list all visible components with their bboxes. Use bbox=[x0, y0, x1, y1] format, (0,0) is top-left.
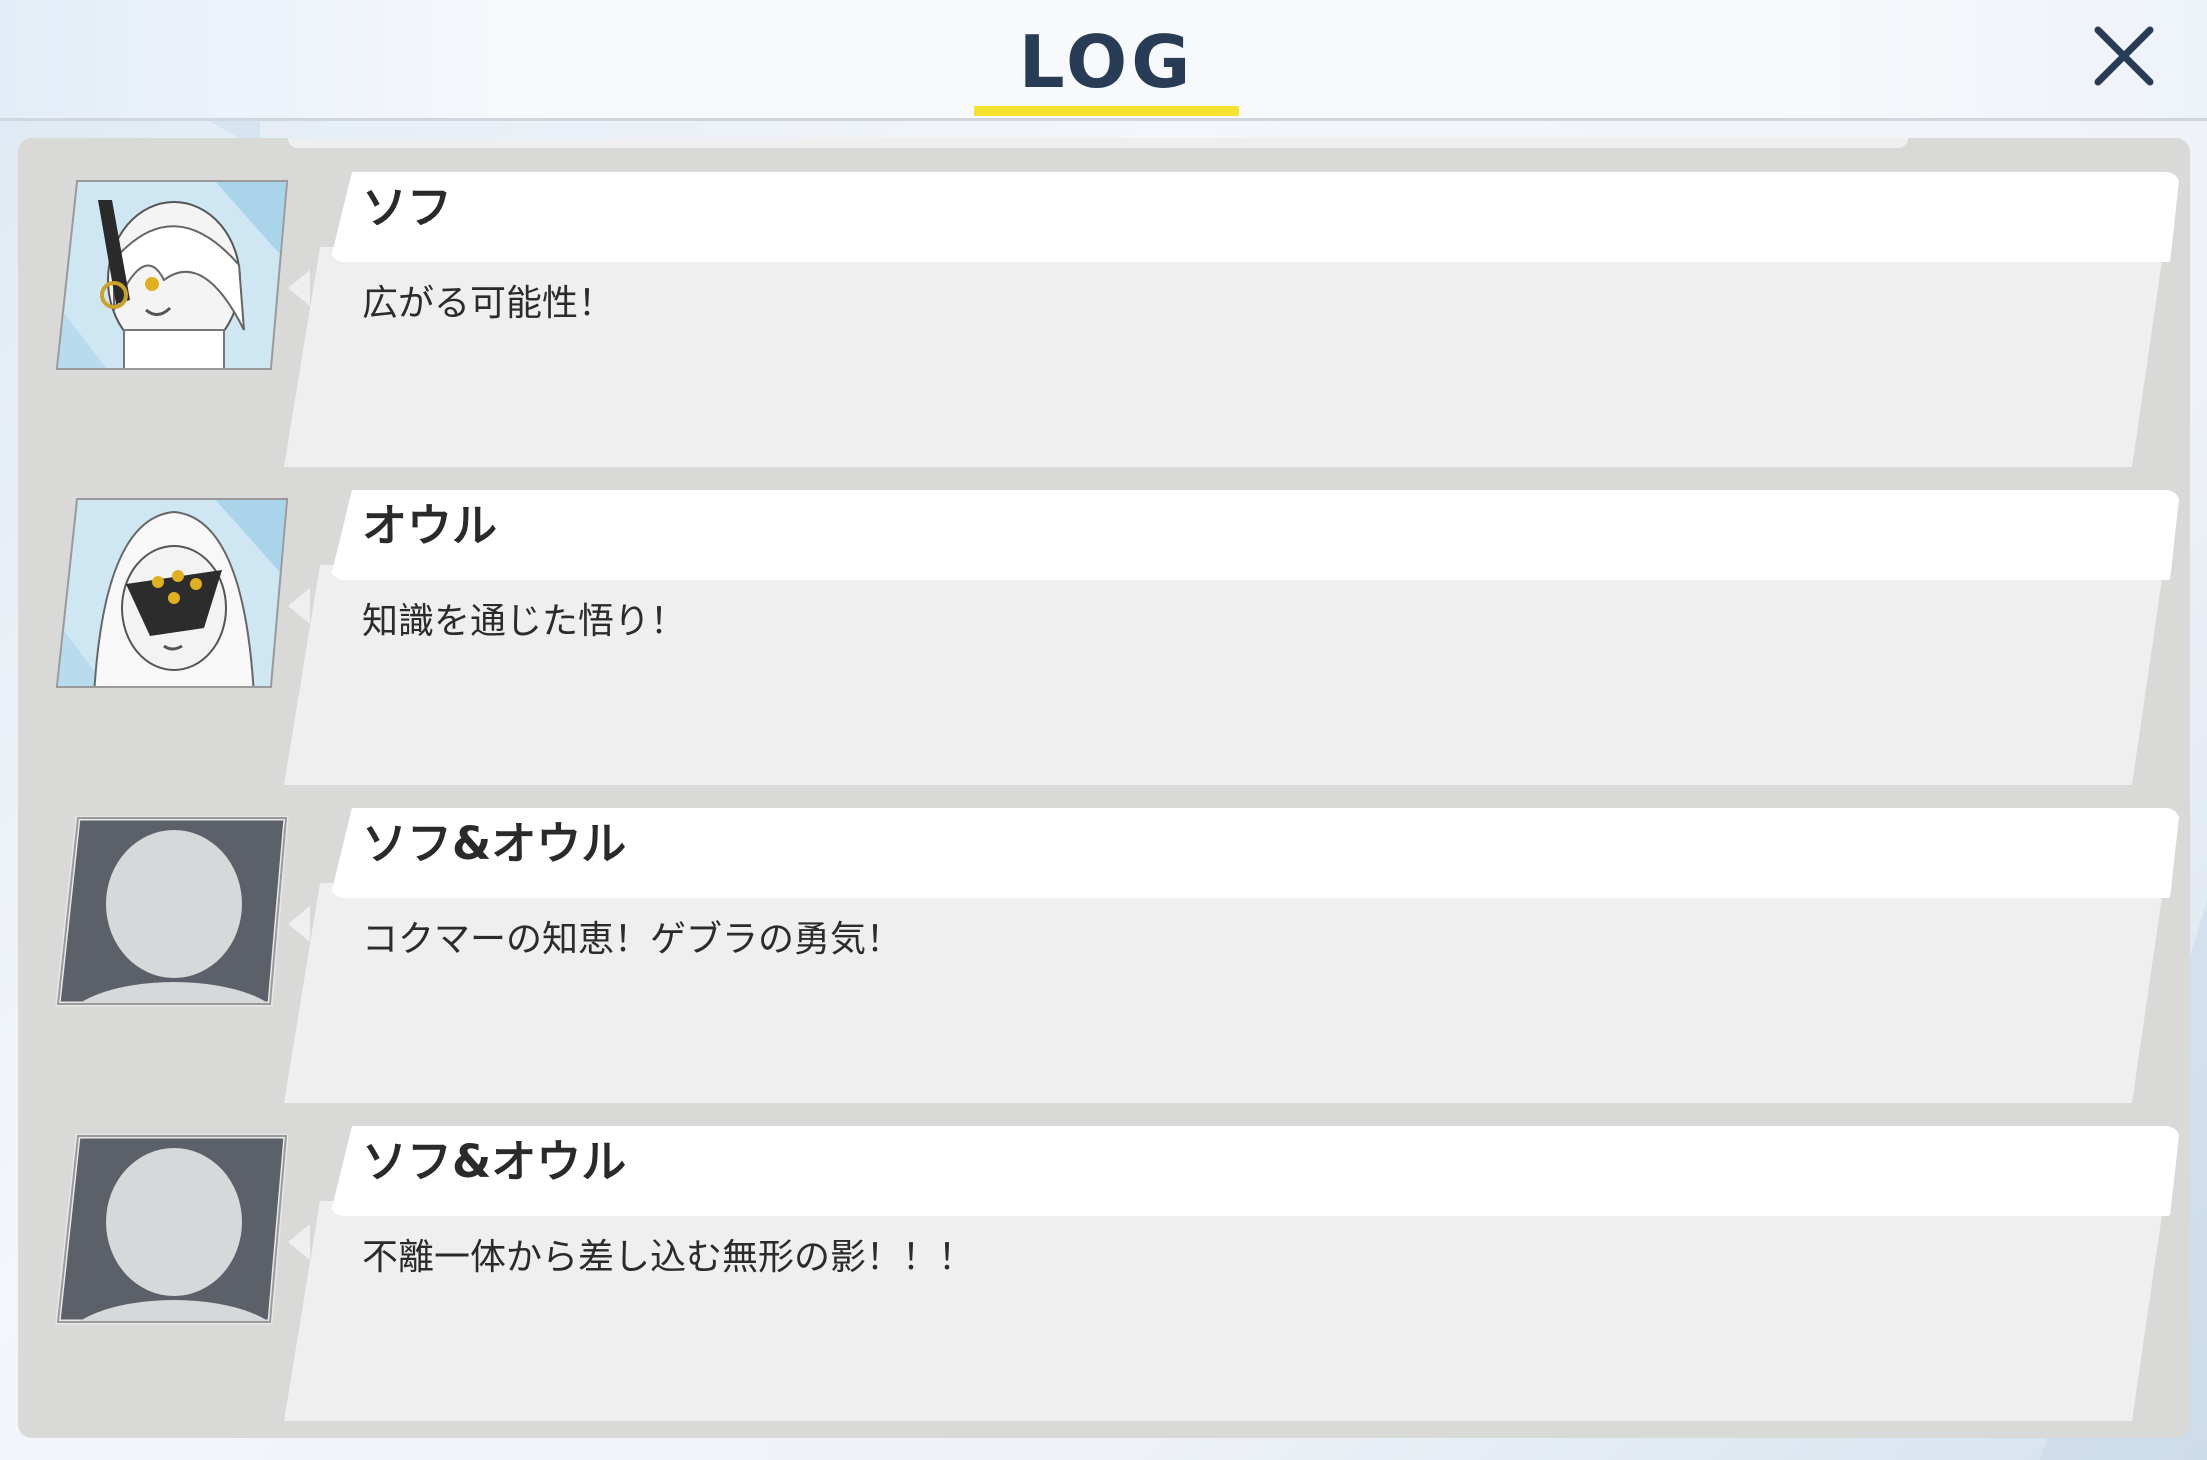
log-screen: LOG ソフ 広がる可能性！ オウル 知識を通じた悟り！ ソフ&オウル コクマー… bbox=[0, 0, 2207, 1460]
close-icon bbox=[2094, 26, 2154, 86]
log-entry: ソフ&オウル 不離一体から差し込む無形の影！！！ bbox=[18, 1126, 2190, 1426]
log-entry: ソフ 広がる可能性！ bbox=[18, 172, 2190, 472]
silhouette-placeholder-icon bbox=[55, 1134, 289, 1325]
avatar bbox=[54, 1134, 294, 1332]
previous-entry-edge bbox=[288, 138, 1908, 148]
avatar bbox=[54, 180, 294, 378]
message-text: 知識を通じた悟り！ bbox=[362, 601, 687, 642]
bubble-pointer bbox=[288, 588, 310, 624]
speaker-name: ソフ&オウル bbox=[362, 1135, 627, 1188]
speaker-name: ソフ&オウル bbox=[362, 817, 627, 870]
title-underline bbox=[974, 106, 1239, 116]
log-entry: オウル 知識を通じた悟り！ bbox=[18, 490, 2190, 790]
name-plate bbox=[330, 172, 2180, 262]
log-list[interactable]: ソフ 広がる可能性！ オウル 知識を通じた悟り！ ソフ&オウル コクマーの知恵！… bbox=[18, 138, 2190, 1438]
page-title: LOG bbox=[1018, 20, 1195, 104]
silhouette-placeholder-icon bbox=[55, 816, 289, 1007]
speaker-name: ソフ bbox=[362, 181, 453, 234]
bubble-pointer bbox=[288, 1224, 310, 1260]
message-text: 不離一体から差し込む無形の影！！！ bbox=[362, 1237, 975, 1278]
avatar bbox=[54, 498, 294, 696]
speaker-name: オウル bbox=[362, 499, 498, 552]
message-text: コクマーの知恵！ゲブラの勇気！ bbox=[362, 919, 903, 960]
close-button[interactable] bbox=[2084, 16, 2164, 96]
bubble-pointer bbox=[288, 906, 310, 942]
sof-portrait-icon bbox=[55, 180, 289, 370]
owl-portrait-icon bbox=[55, 498, 289, 688]
log-header: LOG bbox=[0, 0, 2207, 121]
avatar bbox=[54, 816, 294, 1014]
message-text: 広がる可能性！ bbox=[362, 283, 615, 324]
name-plate bbox=[330, 490, 2180, 580]
log-entry: ソフ&オウル コクマーの知恵！ゲブラの勇気！ bbox=[18, 808, 2190, 1108]
bubble-pointer bbox=[288, 270, 310, 306]
